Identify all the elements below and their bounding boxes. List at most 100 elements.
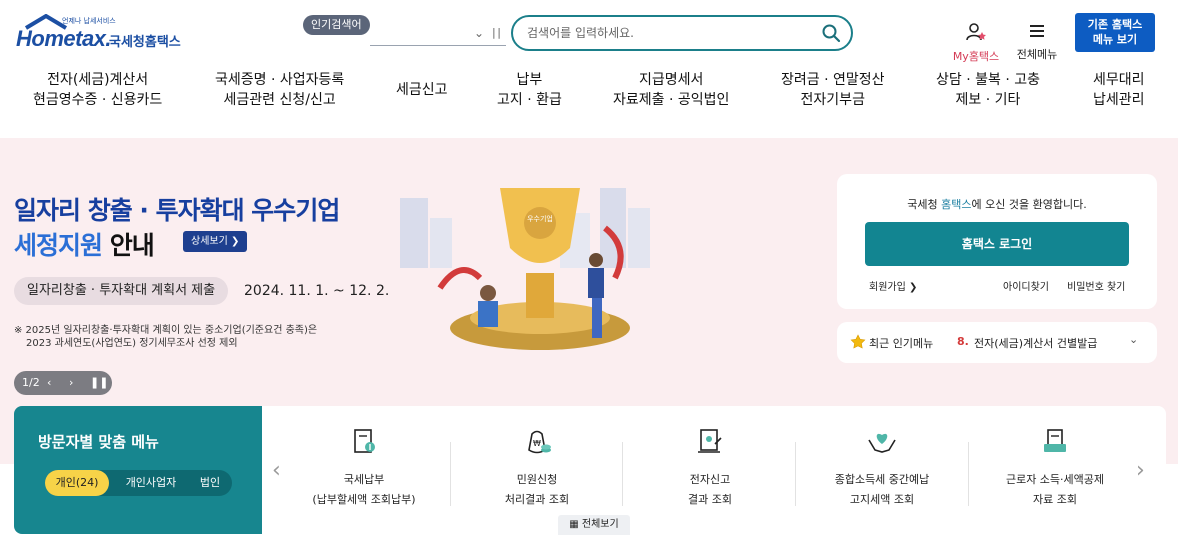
chevron-down-icon[interactable]: ⌄	[1129, 333, 1138, 346]
welcome-text-part: 에 오신 것을 환영합니다.	[971, 198, 1087, 211]
tab-individual[interactable]: 개인(24)	[45, 470, 109, 496]
my-hometax-label: My홈택스	[952, 50, 1000, 63]
pause-icon[interactable]: | |	[492, 26, 501, 39]
divider	[450, 442, 451, 506]
legacy-menu-line1: 기존 홈택스	[1087, 18, 1143, 31]
gnb-item-label: 자료제출 · 공익법인	[613, 92, 730, 108]
popular-search-badge: 인기검색어	[303, 15, 370, 35]
prev-arrow-icon[interactable]: ‹	[47, 371, 51, 395]
banner-note-line: 2023 과세연도(사업연도) 정기세무조사 선정 제외	[26, 338, 238, 349]
banner-subtitle-rest: 안내	[102, 231, 155, 260]
visitor-menu-panel: 방문자별 맞춤 메뉴 개인(24) 개인사업자 법인	[14, 406, 262, 534]
quick-menu-line: 민원신청	[516, 473, 558, 486]
quick-menu-line: 전자신고	[689, 473, 731, 486]
gnb-item-label: 세무대리	[1093, 72, 1145, 88]
header: 언제나 납세서비스 Hometax. 국세청홈택스 인기검색어 ⌄ | | My…	[0, 0, 1178, 138]
gnb-item-label: 현금영수증 · 신용카드	[33, 92, 163, 108]
gnb-item-label: 고지 · 환급	[497, 92, 562, 108]
logo-tagline: 언제나 납세서비스	[62, 17, 116, 25]
find-password-link[interactable]: 비밀번호 찾기	[1067, 278, 1125, 293]
welcome-text-part: 국세청	[907, 198, 942, 211]
gnb-item-label: 장려금 · 연말정산	[781, 72, 885, 88]
pause-icon[interactable]: ❚❚	[90, 371, 108, 395]
banner-note-line: ※ 2025년 일자리창출·투자확대 계획이 있는 중소기업(기준요건 충족)은	[14, 325, 318, 336]
tab-sole-proprietor[interactable]: 개인사업자	[115, 470, 187, 496]
quick-menu-label: 종합소득세 중간예납 고지세액 조회	[802, 470, 962, 510]
quick-menu-line: 근로자 소득·세액공제	[1005, 473, 1105, 486]
quick-menu-item-interim-prepayment[interactable]: 종합소득세 중간예납 고지세액 조회	[802, 426, 962, 510]
search-box	[511, 15, 853, 51]
gnb-item-tax-agent[interactable]: 세무대리 납세관리	[1093, 70, 1145, 110]
search-input[interactable]	[527, 24, 817, 42]
divider	[795, 442, 796, 506]
gnb-item-e-invoice[interactable]: 전자(세금)계산서 현금영수증 · 신용카드	[33, 70, 162, 110]
gnb-item-payment-statements[interactable]: 지급명세서 자료제출 · 공익법인	[613, 70, 729, 110]
gnb-item-label: 국세증명 · 사업자등록	[215, 72, 345, 88]
gnb-item-label: 전자기부금	[800, 92, 865, 108]
gnb-item-label: 세금관련 신청/신고	[223, 92, 336, 108]
recent-popular-menu[interactable]: 최근 인기메뉴 8. 전자(세금)계산서 건별발급 ⌄	[837, 322, 1157, 363]
gnb-item-tax-filing[interactable]: 세금신고	[396, 80, 448, 100]
quick-menu-line: 처리결과 조회	[504, 493, 570, 506]
banner-subtitle: 세정지원 안내	[14, 226, 155, 262]
my-hometax-button[interactable]: My홈택스	[950, 22, 1002, 64]
quick-menu-line: 고지세액 조회	[849, 493, 915, 506]
gnb-item-label: 상담 · 불복 · 고충	[936, 72, 1040, 88]
logo-wordmark: Hometax.	[16, 26, 112, 51]
gnb-item-label: 납세관리	[1093, 92, 1145, 108]
divider	[968, 442, 969, 506]
quick-menu-item-civil-request[interactable]: ₩ 민원신청 처리결과 조회	[457, 426, 617, 510]
all-menu-label: 전체메뉴	[1016, 48, 1058, 61]
prev-arrow-icon[interactable]: ‹	[272, 458, 281, 483]
heart-hands-icon	[868, 433, 896, 453]
hometax-logo[interactable]: 언제나 납세서비스 Hometax. 국세청홈택스	[16, 14, 191, 51]
quick-menu-label: 국세납부 (납부할세액 조회납부)	[284, 470, 444, 510]
find-id-link[interactable]: 아이디찾기	[1003, 278, 1049, 293]
quick-menu-line: (납부할세액 조회납부)	[312, 493, 416, 506]
banner-detail-button[interactable]: 상세보기 ❯	[183, 231, 248, 252]
quick-menu-label: 전자신고 결과 조회	[630, 470, 790, 510]
gnb-item-year-end[interactable]: 장려금 · 연말정산 전자기부금	[781, 70, 885, 110]
gnb-item-certificates[interactable]: 국세증명 · 사업자등록 세금관련 신청/신고	[215, 70, 344, 110]
tax-payment-icon	[354, 429, 375, 453]
visitor-menu-title: 방문자별 맞춤 메뉴	[38, 433, 159, 451]
bottom-strip	[0, 540, 1178, 557]
popular-search-dropdown[interactable]: ⌄ | |	[370, 24, 506, 46]
welcome-text: 국세청 홈택스에 오신 것을 환영합니다.	[837, 196, 1157, 212]
view-all-button[interactable]: ▦ 전체보기	[558, 515, 630, 535]
next-arrow-icon[interactable]: ›	[69, 371, 73, 395]
trophy-illustration: 우수기업	[400, 188, 650, 350]
quick-menu-item-worker-deduction[interactable]: 근로자 소득·세액공제 자료 조회	[975, 426, 1135, 510]
quick-menu-line: 종합소득세 중간예납	[834, 473, 930, 486]
recent-menu-rank: 8.	[957, 335, 969, 348]
legacy-menu-button[interactable]: 기존 홈택스 메뉴 보기	[1075, 13, 1155, 52]
e-filing-icon	[698, 429, 722, 453]
gnb-item-label: 납부	[516, 72, 543, 88]
visitor-tabs: 개인(24) 개인사업자 법인	[45, 470, 232, 496]
quick-menu-item-e-filing[interactable]: 전자신고 결과 조회	[630, 426, 790, 510]
banner-title: 일자리 창출 · 투자확대 우수기업	[14, 196, 340, 225]
document-stack-icon	[1044, 429, 1066, 452]
banner-note: ※ 2025년 일자리창출·투자확대 계획이 있는 중소기업(기준요건 충족)은…	[14, 324, 317, 350]
gnb-item-label: 제보 · 기타	[955, 92, 1021, 108]
all-menu-button[interactable]: 전체메뉴	[1013, 22, 1061, 62]
chevron-down-icon[interactable]: ⌄	[474, 26, 484, 40]
user-star-icon	[966, 23, 986, 41]
quick-menu-item-tax-payment[interactable]: 국세납부 (납부할세액 조회납부)	[284, 426, 444, 510]
gnb-item-payment[interactable]: 납부 고지 · 환급	[497, 70, 562, 110]
grid-icon: ▦	[569, 519, 579, 530]
view-all-label: 전체보기	[581, 519, 619, 530]
search-icon[interactable]	[821, 23, 841, 43]
gnb-item-consulting[interactable]: 상담 · 불복 · 고충 제보 · 기타	[936, 70, 1040, 110]
banner-page-indicator: 1/2	[22, 376, 40, 389]
gnb-item-label: 세금신고	[396, 82, 448, 98]
trophy-text: 우수기업	[527, 214, 553, 223]
tab-corporation[interactable]: 법인	[191, 470, 229, 496]
signup-link[interactable]: 회원가입 ❯	[869, 278, 917, 293]
global-navigation: 전자(세금)계산서 현금영수증 · 신용카드 국세증명 · 사업자등록 세금관련…	[0, 70, 1178, 116]
star-icon	[850, 334, 866, 349]
recent-menu-item[interactable]: 전자(세금)계산서 건별발급	[974, 335, 1097, 351]
login-button[interactable]: 홈택스 로그인	[865, 222, 1129, 266]
banner-carousel-control: 1/2 ‹ › ❚❚	[14, 371, 112, 395]
next-arrow-icon[interactable]: ›	[1136, 458, 1145, 483]
